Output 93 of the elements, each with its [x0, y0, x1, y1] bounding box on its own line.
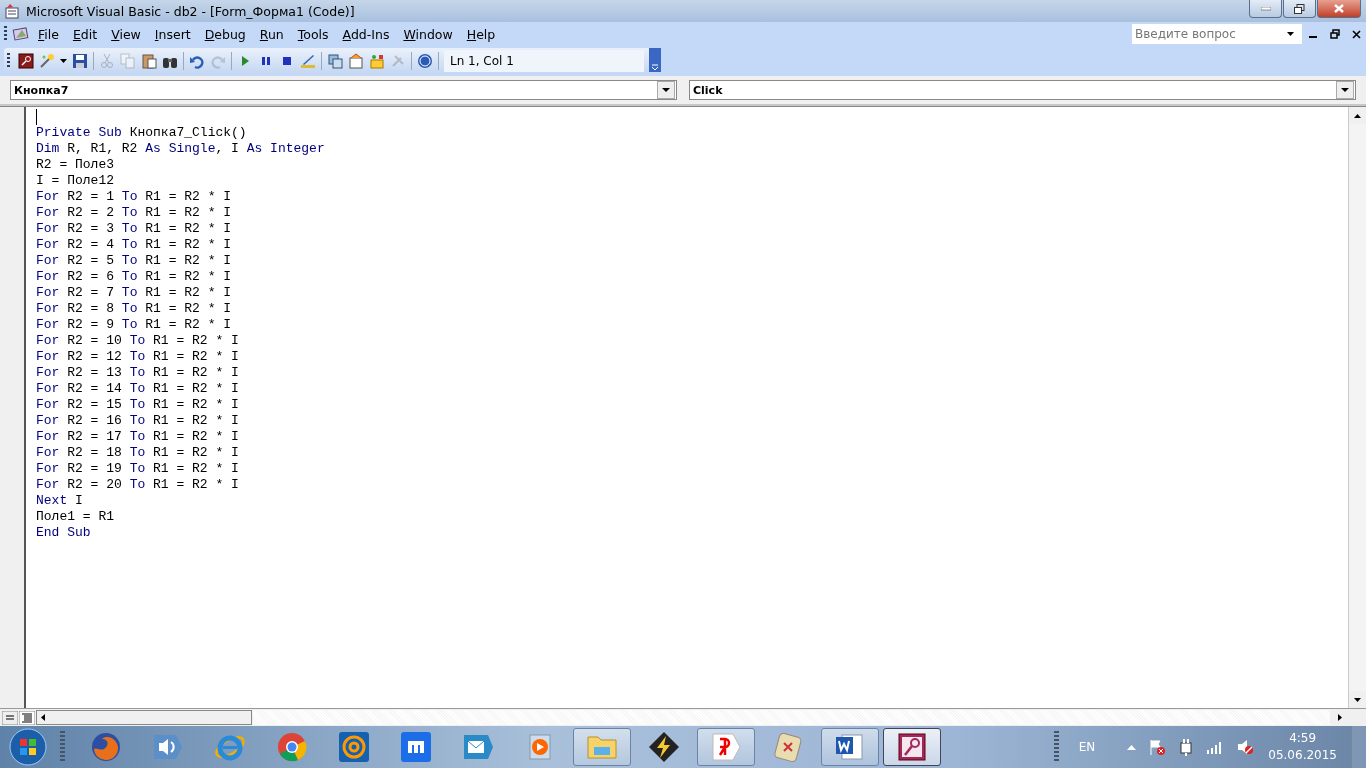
- close-button[interactable]: [1317, 0, 1361, 18]
- code-line: For R2 = 1 To R1 = R2 * I: [36, 189, 233, 205]
- code-line: For R2 = 10 To R1 = R2 * I: [36, 333, 240, 349]
- letter-tag-icon: [710, 731, 742, 763]
- code-line: For R2 = 16 To R1 = R2 * I: [36, 413, 240, 429]
- key-icon: [896, 731, 928, 763]
- grip-handle[interactable]: [4, 26, 7, 42]
- scroll-left-icon[interactable]: [41, 714, 45, 721]
- procedure-dropdown[interactable]: Click: [689, 80, 1356, 100]
- menu-item[interactable]: File: [32, 24, 65, 44]
- taskbar-button[interactable]: [697, 728, 755, 766]
- close-icon[interactable]: [1352, 29, 1361, 39]
- taskbar-button[interactable]: [821, 728, 879, 766]
- code-line: End Sub: [36, 525, 92, 541]
- help-icon[interactable]: [417, 53, 433, 69]
- code-line: For R2 = 14 To R1 = R2 * I: [36, 381, 240, 397]
- menu-item[interactable]: Debug: [198, 24, 252, 44]
- code-line: For R2 = 5 To R1 = R2 * I: [36, 253, 233, 269]
- code-line: For R2 = 18 To R1 = R2 * I: [36, 445, 240, 461]
- flag-icon[interactable]: [1148, 738, 1167, 756]
- lightning-icon: [648, 731, 680, 763]
- properties-icon[interactable]: [348, 53, 364, 69]
- access-icon[interactable]: [18, 53, 34, 69]
- show-hidden-icons-icon[interactable]: [1127, 744, 1137, 750]
- code-line: Dim R, R1, R2 As Single, I As Integer: [36, 141, 326, 157]
- minimize-icon: [1260, 6, 1271, 11]
- restore-button[interactable]: [1283, 0, 1316, 18]
- close-icon: [1334, 4, 1344, 13]
- code-line: For R2 = 6 To R1 = R2 * I: [36, 269, 233, 285]
- menu-item[interactable]: Help: [460, 24, 502, 44]
- ruler-icon[interactable]: [300, 53, 316, 69]
- menu-item[interactable]: View: [105, 24, 147, 44]
- document-icon: [834, 731, 866, 763]
- menu-item[interactable]: Run: [253, 24, 290, 44]
- taskbar-button[interactable]: [883, 728, 941, 766]
- menu-item[interactable]: Add-Ins: [336, 24, 396, 44]
- power-plug-icon[interactable]: [1178, 738, 1195, 756]
- menu-item[interactable]: Window: [397, 24, 459, 44]
- cursor-position: Ln 1, Col 1: [444, 50, 644, 72]
- code-line: For R2 = 12 To R1 = R2 * I: [36, 349, 240, 365]
- code-line: For R2 = 8 To R1 = R2 * I: [36, 301, 233, 317]
- start-button[interactable]: [8, 727, 48, 767]
- grip-handle[interactable]: [7, 53, 10, 69]
- wand-icon[interactable]: [39, 53, 55, 69]
- restore-icon[interactable]: [1330, 29, 1340, 39]
- caret-icon[interactable]: [60, 59, 67, 63]
- toolbox-icon[interactable]: [369, 53, 385, 69]
- menu-item[interactable]: Edit: [66, 24, 104, 44]
- full-module-view-icon[interactable]: [19, 710, 35, 725]
- vertical-scrollbar[interactable]: [1348, 107, 1366, 708]
- horizontal-scrollbar[interactable]: [36, 710, 252, 725]
- code-line: For R2 = 20 To R1 = R2 * I: [36, 477, 240, 493]
- code-line: For R2 = 19 To R1 = R2 * I: [36, 461, 240, 477]
- code-line: Поле1 = R1: [36, 509, 115, 525]
- app-icon: [4, 3, 20, 19]
- scroll-down-icon[interactable]: [1354, 697, 1361, 702]
- vba-icon: [12, 26, 30, 42]
- square-logo-icon: [400, 731, 432, 763]
- help-search-field[interactable]: Введите вопрос: [1132, 24, 1302, 44]
- muted-speaker-icon[interactable]: [1236, 738, 1255, 756]
- explorer-icon[interactable]: [327, 53, 343, 69]
- ball-icon: [276, 731, 308, 763]
- code-line: For R2 = 4 To R1 = R2 * I: [36, 237, 233, 253]
- code-line: For R2 = 17 To R1 = R2 * I: [36, 429, 240, 445]
- code-line: For R2 = 13 To R1 = R2 * I: [36, 365, 240, 381]
- code-line: For R2 = 3 To R1 = R2 * I: [36, 221, 233, 237]
- code-line: For R2 = 15 To R1 = R2 * I: [36, 397, 240, 413]
- code-line: Private Sub Кнопка7_Click(): [36, 125, 248, 141]
- restore-icon: [1294, 3, 1305, 14]
- at-sign-icon: [338, 731, 370, 763]
- minimize-button[interactable]: [1249, 0, 1282, 18]
- toolbar-options-icon[interactable]: [649, 48, 661, 74]
- dropdown-arrow-icon: [1341, 88, 1349, 92]
- dropdown-arrow-icon: [1287, 32, 1294, 36]
- menu-item[interactable]: Insert: [148, 24, 197, 44]
- code-line: For R2 = 9 To R1 = R2 * I: [36, 317, 233, 333]
- code-line: For R2 = 2 To R1 = R2 * I: [36, 205, 233, 221]
- text-cursor: [36, 109, 37, 125]
- fox-icon: [90, 731, 122, 763]
- dropdown-arrow-icon: [662, 88, 670, 92]
- undo-icon[interactable]: [189, 53, 205, 69]
- object-dropdown[interactable]: Кнопка7: [10, 80, 677, 100]
- procedure-view-icon[interactable]: [2, 710, 18, 725]
- paste-icon[interactable]: [141, 53, 157, 69]
- code-line: For R2 = 7 To R1 = R2 * I: [36, 285, 233, 301]
- code-line: Next I: [36, 493, 84, 509]
- window-title: Microsoft Visual Basic - db2 - [Form_Форма1 (Code)]: [26, 3, 355, 19]
- scroll-right-icon[interactable]: [1337, 714, 1342, 721]
- scroll-up-icon[interactable]: [1354, 113, 1361, 118]
- code-line: I = Поле12: [36, 173, 115, 189]
- save-icon[interactable]: [72, 53, 88, 69]
- code-line: R2 = Поле3: [36, 157, 115, 173]
- menu-item[interactable]: Tools: [291, 24, 335, 44]
